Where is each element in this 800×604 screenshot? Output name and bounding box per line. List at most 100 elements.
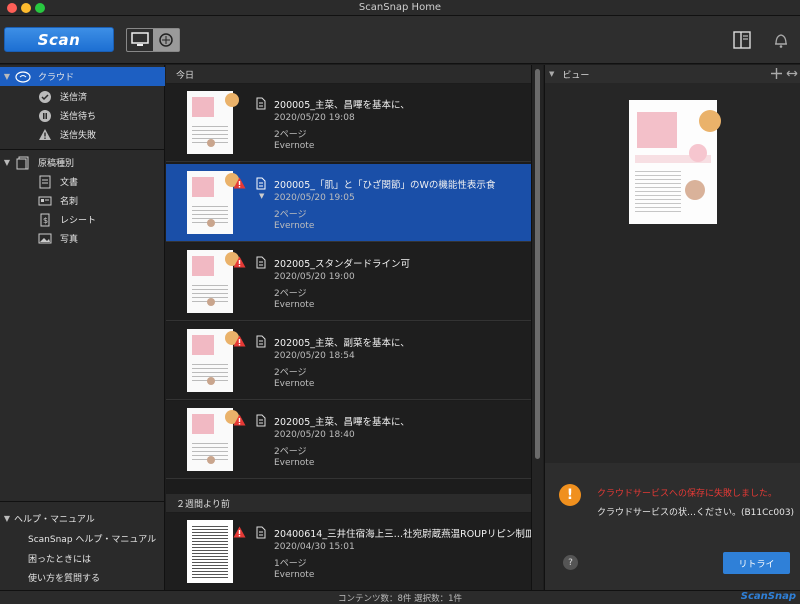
sidebar-item-pending[interactable]: 送信待ち [0, 106, 165, 125]
item-service: Evernote [274, 300, 315, 310]
item-title: 202005_主菜、昌嗶を基本に、 [274, 417, 410, 428]
help-link-troubleshooting[interactable]: 困ったときには [0, 549, 165, 568]
warning-icon [233, 414, 246, 426]
scan-button[interactable]: Scan [4, 27, 114, 52]
cloud-sync-icon [14, 70, 32, 84]
item-date: 2020/05/20 19:08 [274, 113, 355, 123]
sidebar-item-cloud[interactable]: ▼ クラウド [0, 67, 165, 86]
file-icon [256, 256, 266, 269]
item-service: Evernote [274, 141, 315, 151]
move-icon[interactable] [771, 68, 782, 82]
disclosure-triangle-icon[interactable]: ▼ [0, 158, 14, 167]
item-date: 2020/04/30 15:01 [274, 542, 355, 552]
item-service: Evernote [274, 379, 315, 389]
sidebar-divider [0, 149, 165, 150]
item-date: 2020/05/20 19:00 [274, 272, 355, 282]
item-date: 2020/05/20 18:54 [274, 351, 355, 361]
notification-button[interactable] [771, 30, 791, 50]
status-text: コンテンツ数：8件 選択数：1件 [337, 594, 463, 604]
sidebar-item-help[interactable]: ▼ ヘルプ・マニュアル [0, 509, 165, 528]
sidebar-item-receipt[interactable]: $ レシート [0, 210, 165, 229]
preview-header: ▼ ビュー [545, 65, 800, 83]
item-title: 200005_「肌」と「ひざ関節」のWの機能性表示食 [274, 180, 496, 191]
sidebar-item-business-card[interactable]: 名刺 [0, 191, 165, 210]
item-pages: 2ページ [274, 210, 307, 220]
preview-page-image [629, 100, 721, 224]
help-link-ask-question[interactable]: 使い方を質問する [0, 568, 165, 587]
document-stack-icon [14, 156, 32, 170]
file-icon [256, 177, 266, 190]
list-item[interactable]: 20400614_三井住宿海上三…社宛尉蔵燕温ROUPリピン制皿 2020/04… [166, 513, 535, 591]
item-pages: 2ページ [274, 368, 307, 378]
pause-circle-icon [36, 109, 54, 123]
list-item[interactable]: 202005_スタンダードライン可 2020/05/20 19:00 2ページ … [166, 243, 531, 321]
sidebar-item-document[interactable]: 文書 [0, 172, 165, 191]
document-thumbnail [187, 329, 239, 392]
content-list: 今日 200005_主菜、昌嗶を基本に、 2020/05/20 19:08 2ペ… [166, 65, 535, 591]
file-icon [256, 414, 266, 427]
sidebar-item-photo[interactable]: 写真 [0, 229, 165, 248]
help-button[interactable]: ? [563, 555, 578, 570]
scansnap-logo: ScanSnap [740, 591, 796, 602]
view-toggle [126, 28, 180, 52]
sidebar-item-label: 送信待ち [60, 112, 97, 122]
section-header-today: 今日 [166, 65, 531, 83]
warning-icon [36, 128, 54, 142]
error-exclamation-icon: ! [559, 484, 581, 506]
document-thumbnail [187, 408, 239, 471]
item-title: 202005_主菜、副菜を基本に、 [274, 338, 410, 349]
item-pages: 2ページ [274, 289, 307, 299]
bell-icon [775, 34, 787, 48]
expand-caret-icon[interactable]: ▼ [259, 192, 264, 200]
list-scrollbar[interactable] [531, 65, 543, 590]
scrollbar-thumb[interactable] [535, 69, 540, 459]
sidebar-item-label: 名刺 [60, 197, 79, 207]
error-detail: クラウドサービスの状…ください。(B11Cc003) [597, 508, 795, 518]
item-date: 2020/05/20 19:05 [274, 193, 355, 203]
preview-area[interactable] [545, 83, 800, 463]
preview-panel: ▼ ビュー ! クラウドサービスへの保存に失敗しました。 クラウドサービスの状…… [544, 65, 800, 590]
warning-icon [233, 335, 246, 347]
section-header-older: ２週間より前 [166, 494, 531, 512]
monitor-icon [131, 32, 149, 46]
cloud-sync-icon [159, 33, 173, 47]
file-icon [256, 526, 266, 539]
sidebar-item-failed[interactable]: 送信失敗 [0, 125, 165, 144]
business-card-icon [36, 194, 54, 208]
sidebar-item-label: 困ったときには [28, 555, 92, 565]
item-pages: 1ページ [274, 559, 307, 569]
sidebar-item-label: 使い方を質問する [28, 574, 101, 584]
retry-button[interactable]: リトライ [723, 552, 790, 574]
item-title: 20400614_三井住宿海上三…社宛尉蔵燕温ROUPリピン制皿 [274, 529, 535, 540]
sidebar-item-label: レシート [60, 216, 97, 226]
list-item[interactable]: ▼ 200005_「肌」と「ひざ関節」のWの機能性表示食 2020/05/20 … [166, 164, 531, 242]
check-circle-icon [36, 90, 54, 104]
item-title: 200005_主菜、昌嗶を基本に、 [274, 100, 410, 111]
disclosure-triangle-icon[interactable]: ▼ [0, 72, 14, 81]
document-thumbnail [187, 250, 239, 313]
file-icon [256, 97, 266, 110]
sidebar-divider [0, 501, 165, 502]
receipt-icon: $ [36, 213, 54, 227]
disclosure-triangle-icon[interactable]: ▼ [0, 514, 14, 523]
list-item[interactable]: 200005_主菜、昌嗶を基本に、 2020/05/20 19:08 2ページ … [166, 84, 531, 162]
item-title: 202005_スタンダードライン可 [274, 259, 411, 270]
list-item[interactable]: 202005_主菜、副菜を基本に、 2020/05/20 18:54 2ページ … [166, 322, 531, 400]
preview-title: ビュー [562, 70, 590, 81]
svg-text:$: $ [43, 216, 48, 225]
disclosure-triangle-icon[interactable]: ▼ [549, 70, 554, 78]
cloud-view-button[interactable] [153, 29, 179, 51]
list-item[interactable]: 202005_主菜、昌嗶を基本に、 2020/05/20 18:40 2ページ … [166, 401, 531, 479]
local-view-button[interactable] [127, 29, 153, 51]
help-link-manual[interactable]: ScanSnap ヘルプ・マニュアル [0, 529, 165, 548]
panel-layout-button[interactable] [732, 30, 752, 50]
item-date: 2020/05/20 18:40 [274, 430, 355, 440]
sidebar-item-label: 文書 [60, 178, 79, 188]
expand-horizontal-icon[interactable] [786, 68, 798, 82]
title-bar: ScanSnap Home [0, 0, 800, 16]
sidebar-item-doctype[interactable]: ▼ 原稿種別 [0, 153, 165, 172]
item-service: Evernote [274, 458, 315, 468]
document-thumbnail [187, 91, 239, 154]
warning-icon [233, 256, 246, 268]
sidebar-item-sent[interactable]: 送信済 [0, 87, 165, 106]
